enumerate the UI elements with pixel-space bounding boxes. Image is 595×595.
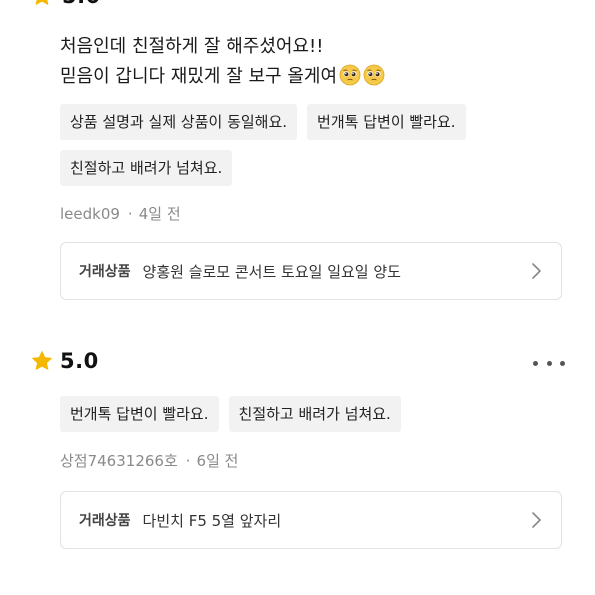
rating-value: 5.0	[62, 0, 101, 8]
review-tag: 친절하고 배려가 넘쳐요.	[228, 396, 401, 432]
review-author[interactable]: leedk09	[60, 205, 120, 223]
dot-icon	[560, 360, 565, 366]
more-options-button[interactable]	[533, 356, 565, 370]
review-text-line-with-emoji: 믿음이 갑니다 재밌게 잘 보구 올게여	[60, 62, 385, 92]
review-2-meta: 상점74631266호 · 6일 전	[60, 450, 238, 471]
product-name: 다빈치 F5 5열 앞자리	[142, 511, 282, 530]
pleading-face-icon	[363, 64, 385, 86]
product-label: 거래상품	[79, 264, 131, 280]
review-time: 4일 전	[138, 205, 181, 223]
review-2-rating: 5.0	[30, 349, 99, 373]
rating-value: 5.0	[60, 349, 99, 373]
review-tag: 번개톡 답변이 빨라요.	[307, 104, 466, 140]
review-1-text: 처음인데 친절하게 잘 해주셨어요!! 믿음이 갑니다 재밌게 잘 보구 올게여	[60, 32, 385, 92]
review-1-meta: leedk09 · 4일 전	[60, 203, 181, 224]
review-tag: 상품 설명과 실제 상품이 동일해요.	[60, 104, 298, 140]
review-2-product-link[interactable]: 거래상품 다빈치 F5 5열 앞자리	[60, 491, 562, 549]
review-list: 5.0 처음인데 친절하게 잘 해주셨어요!! 믿음이 갑니다 재밌게 잘 보구…	[0, 0, 595, 595]
separator-dot: ·	[185, 452, 191, 470]
review-1-product-link[interactable]: 거래상품 양홍원 슬로모 콘서트 토요일 일요일 양도	[60, 242, 562, 300]
product-label: 거래상품	[79, 513, 131, 529]
chevron-right-icon	[529, 511, 543, 529]
star-icon	[30, 0, 54, 8]
dot-icon	[546, 360, 552, 366]
review-1-rating: 5.0	[30, 0, 101, 8]
review-author[interactable]: 상점74631266호	[60, 452, 178, 470]
review-tag: 번개톡 답변이 빨라요.	[60, 396, 219, 432]
review-time: 6일 전	[196, 452, 239, 470]
chevron-right-icon	[529, 262, 543, 280]
review-2-tags: 번개톡 답변이 빨라요. 친절하고 배려가 넘쳐요.	[60, 396, 540, 432]
separator-dot: ·	[127, 205, 133, 223]
dot-icon	[533, 360, 538, 366]
pleading-face-icon	[339, 64, 361, 86]
review-text-line: 처음인데 친절하게 잘 해주셨어요!!	[60, 36, 324, 57]
product-name: 양홍원 슬로모 콘서트 토요일 일요일 양도	[142, 262, 401, 281]
review-text-line: 믿음이 갑니다 재밌게 잘 보구 올게여	[60, 66, 338, 87]
review-tag: 친절하고 배려가 넘쳐요.	[60, 150, 233, 186]
review-1-tags: 상품 설명과 실제 상품이 동일해요. 번개톡 답변이 빨라요. 친절하고 배려…	[60, 104, 540, 186]
star-icon	[30, 349, 54, 373]
